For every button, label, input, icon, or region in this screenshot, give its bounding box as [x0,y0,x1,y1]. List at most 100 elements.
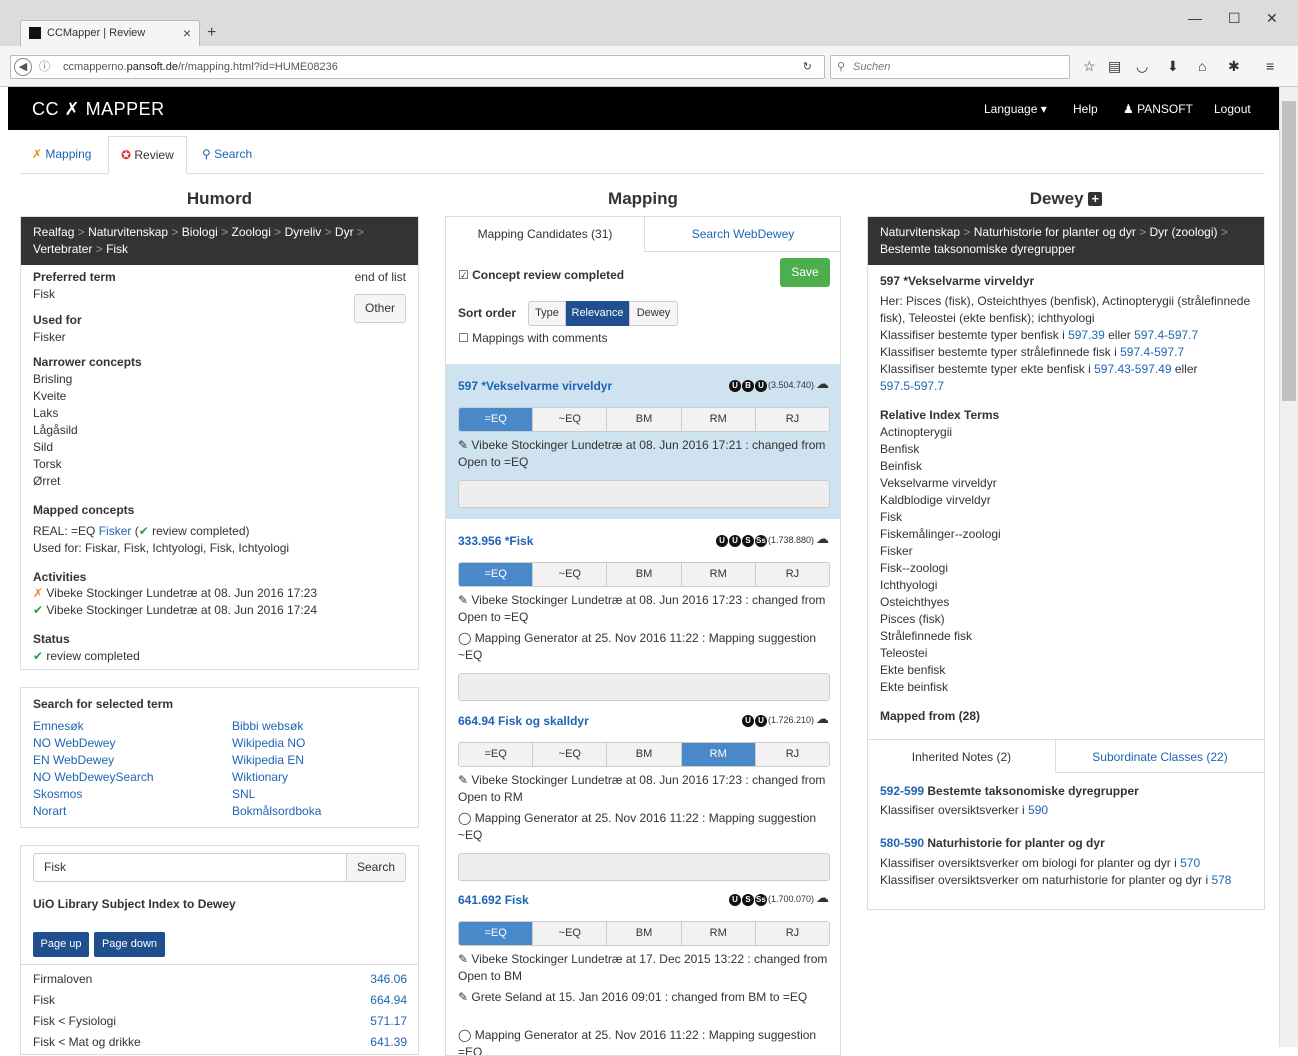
back-icon[interactable]: ◀ [14,58,32,76]
relation-button[interactable]: RJ [755,563,829,586]
plus-icon[interactable]: + [1088,192,1103,206]
other-button[interactable]: Other [354,294,406,323]
relation-button[interactable]: =EQ [459,922,534,945]
note-link[interactable]: 578 [1211,873,1231,887]
klass-link[interactable]: 597.4-597.7 [1134,328,1198,342]
search-link[interactable]: Wikipedia EN [232,752,321,769]
search-link[interactable]: NO WebDewey [33,735,154,752]
relation-button[interactable]: RM [681,922,756,945]
reading-list-icon[interactable]: ▤ [1108,58,1121,75]
search-link[interactable]: Bibbi websøk [232,718,321,735]
mapped-link[interactable]: Fisker [99,524,132,538]
relation-button[interactable]: RJ [755,408,829,431]
candidate-title[interactable]: 333.956 *Fisk [458,534,533,548]
tab-review[interactable]: ✪ Review [108,136,187,174]
uio-search-button[interactable]: Search [346,853,406,882]
tab-mapping[interactable]: ✗ Mapping [20,136,103,174]
language-menu[interactable]: Language ▾ [984,102,1047,116]
note-code-link[interactable]: 580-590 [880,836,924,850]
note-code-link[interactable]: 592-599 [880,784,924,798]
index-number[interactable]: 346.06 [370,972,407,986]
klass-link[interactable]: 597.43-597.49 [1094,362,1171,376]
new-tab-icon[interactable]: + [207,24,216,42]
search-link[interactable]: Bokmålsordboka [232,803,321,820]
sort-relevance-button[interactable]: Relevance [566,301,629,326]
index-number[interactable]: 664.94 [370,993,407,1007]
minimize-icon[interactable]: — [1188,10,1202,26]
note-link[interactable]: 570 [1180,856,1200,870]
breadcrumb-item[interactable]: Realfag [33,225,74,239]
tab-subordinate-classes[interactable]: Subordinate Classes (22) [1056,739,1264,773]
breadcrumb-item[interactable]: Zoologi [232,225,271,239]
help-link[interactable]: Help [1073,102,1098,116]
candidate-title[interactable]: 664.94 Fisk og skalldyr [458,714,589,728]
extension-icon[interactable]: ✱ [1228,58,1240,75]
breadcrumb-item[interactable]: Naturhistorie for planter og dyr [974,225,1136,239]
cloud-download-icon[interactable]: ☁ [816,890,829,905]
brand-logo[interactable]: CC ✗ MAPPER [32,99,165,120]
sort-dewey-button[interactable]: Dewey [629,301,678,326]
window-close-icon[interactable]: ✕ [1266,10,1278,27]
browser-tab[interactable]: CCMapper | Review × [20,20,200,46]
relation-button[interactable]: BM [607,922,682,945]
save-button[interactable]: Save [780,258,830,287]
search-link[interactable]: SNL [232,786,321,803]
search-link[interactable]: NO WebDeweySearch [33,769,154,786]
klass-link[interactable]: 597.39 [1068,328,1105,342]
comment-input[interactable] [458,480,830,508]
relation-button[interactable]: ~EQ [533,408,608,431]
tab-search-webdewey[interactable]: Search WebDewey [644,217,840,252]
tab-search[interactable]: ⚲ Search [190,136,264,174]
bookmark-star-icon[interactable]: ☆ [1083,58,1096,75]
relation-button[interactable]: ~EQ [533,563,608,586]
note-link[interactable]: 590 [1028,803,1048,817]
mapped-from-link[interactable]: Mapped from (28) [880,709,980,723]
close-tab-icon[interactable]: × [183,21,191,45]
uio-search-input[interactable]: Fisk [33,853,347,882]
relation-button[interactable]: =EQ [459,408,534,431]
concept-review-checkbox[interactable]: ☑ Concept review completed [458,267,624,284]
search-link[interactable]: Skosmos [33,786,154,803]
sort-type-button[interactable]: Type [528,301,566,326]
breadcrumb-item[interactable]: Dyr (zoologi) [1150,225,1218,239]
breadcrumb-item[interactable]: Dyr [335,225,354,239]
breadcrumb-item[interactable]: Dyreliv [285,225,322,239]
tab-inherited-notes[interactable]: Inherited Notes (2) [868,739,1056,773]
home-icon[interactable]: ⌂ [1198,58,1206,74]
index-number[interactable]: 571.17 [370,1014,407,1028]
relation-button[interactable]: RJ [755,743,829,766]
candidate-title[interactable]: 641.692 Fisk [458,893,529,907]
browser-search-input[interactable]: ⚲ Suchen [830,55,1070,79]
relation-button[interactable]: BM [607,408,682,431]
tab-mapping-candidates[interactable]: Mapping Candidates (31) [446,217,644,252]
relation-button[interactable]: BM [607,743,682,766]
cloud-download-icon[interactable]: ☁ [816,531,829,546]
breadcrumb-item[interactable]: Fisk [106,242,128,256]
logout-link[interactable]: Logout [1214,102,1251,116]
relation-button[interactable]: =EQ [459,743,534,766]
scrollbar-thumb[interactable] [1282,101,1296,401]
relation-button[interactable]: ~EQ [533,743,608,766]
candidate-title[interactable]: 597 *Vekselvarme virveldyr [458,379,612,393]
comment-input[interactable] [458,853,830,881]
relation-button[interactable]: RM [681,408,756,431]
with-comments-checkbox[interactable]: ☐ Mappings with comments [458,330,607,347]
page-scrollbar[interactable] [1279,87,1298,1047]
comment-input[interactable] [458,673,830,701]
relation-button[interactable]: RJ [755,922,829,945]
breadcrumb-item[interactable]: Biologi [182,225,218,239]
search-link[interactable]: EN WebDewey [33,752,154,769]
cloud-download-icon[interactable]: ☁ [816,711,829,726]
cloud-download-icon[interactable]: ☁ [816,376,829,391]
breadcrumb-item[interactable]: Naturvitenskap [88,225,168,239]
breadcrumb-item[interactable]: Vertebrater [33,242,92,256]
page-down-button[interactable]: Page down [94,932,165,957]
search-link[interactable]: Norart [33,803,154,820]
search-link[interactable]: Wiktionary [232,769,321,786]
search-link[interactable]: Wikipedia NO [232,735,321,752]
relation-button[interactable]: BM [607,563,682,586]
breadcrumb-item[interactable]: Naturvitenskap [880,225,960,239]
search-link[interactable]: Emnesøk [33,718,154,735]
maximize-icon[interactable]: ☐ [1228,10,1241,27]
relation-button[interactable]: ~EQ [533,922,608,945]
